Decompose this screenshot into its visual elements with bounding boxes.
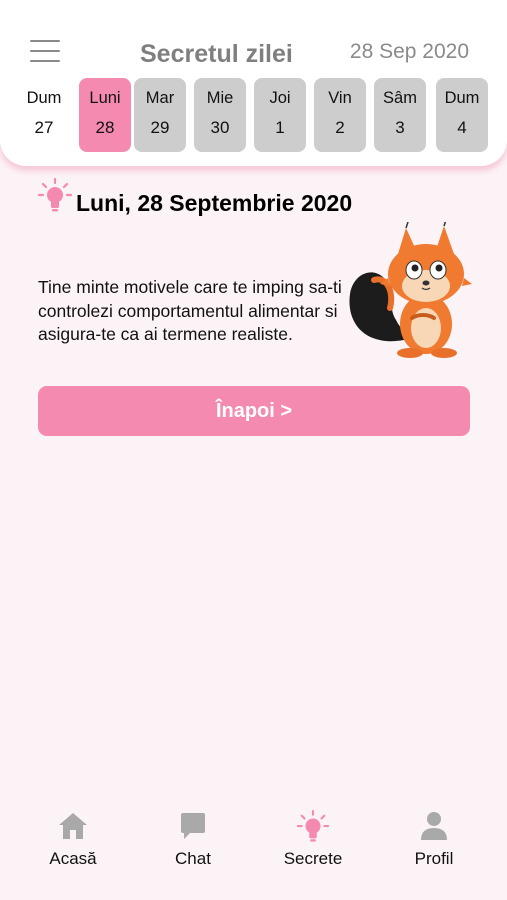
bottom-tab-bar: Acasă Chat Secrete Profil	[0, 809, 507, 890]
day-item[interactable]: Mar 29	[134, 78, 186, 152]
day-item[interactable]: Vin 2	[314, 78, 366, 152]
day-number: 4	[457, 118, 467, 137]
page-title: Secretul zilei	[140, 40, 293, 68]
day-item[interactable]: Dum 4	[436, 78, 488, 152]
day-number: 29	[150, 118, 170, 137]
tab-chat[interactable]: Chat	[143, 810, 243, 869]
day-number: 1	[275, 118, 285, 137]
day-number: 2	[335, 118, 345, 137]
day-item[interactable]: Joi 1	[254, 78, 306, 152]
header: Secretul zilei 28 Sep 2020 Dum 27 Luni 2…	[0, 0, 507, 166]
tab-label: Acasă	[49, 849, 97, 868]
day-name: Mie	[206, 89, 234, 107]
tip-text: Tine minte motivele care te imping sa-ti…	[38, 277, 342, 344]
selected-day-title: Luni, 28 Septembrie 2020	[76, 190, 353, 216]
day-selector: Dum 27 Luni 28 Mar 29 Mie 30 Joi 1 Vin 2…	[18, 78, 498, 154]
squirrel-illustration	[344, 219, 474, 367]
day-number: 3	[395, 118, 405, 137]
profile-icon	[384, 810, 484, 844]
day-number: 28	[95, 118, 115, 137]
tab-acasa[interactable]: Acasă	[23, 810, 123, 869]
tab-secrete[interactable]: Secrete	[263, 809, 363, 869]
day-name: Dum	[444, 89, 480, 107]
day-name: Vin	[328, 89, 352, 107]
day-name: Joi	[269, 89, 291, 107]
back-button[interactable]: Înapoi >	[38, 386, 470, 436]
lightbulb-icon	[263, 809, 363, 844]
day-item[interactable]: Dum 27	[18, 78, 70, 152]
home-icon	[23, 810, 123, 844]
chat-icon	[143, 810, 243, 844]
day-item[interactable]: Mie 30	[194, 78, 246, 152]
day-name: Luni	[89, 89, 121, 107]
day-item[interactable]: Sâm 3	[374, 78, 426, 152]
header-date: 28 Sep 2020	[349, 40, 469, 63]
tab-label: Profil	[414, 849, 454, 868]
day-name: Sâm	[383, 89, 417, 107]
day-item-selected[interactable]: Luni 28	[79, 78, 131, 152]
day-number: 27	[34, 118, 54, 137]
hamburger-menu-icon[interactable]	[30, 40, 60, 62]
day-number: 30	[210, 118, 230, 137]
tab-label: Secrete	[283, 849, 343, 868]
day-name: Mar	[145, 89, 175, 107]
lightbulb-icon	[37, 177, 73, 219]
tab-profil[interactable]: Profil	[384, 810, 484, 869]
tab-label: Chat	[175, 849, 211, 868]
day-name: Dum	[26, 89, 62, 107]
